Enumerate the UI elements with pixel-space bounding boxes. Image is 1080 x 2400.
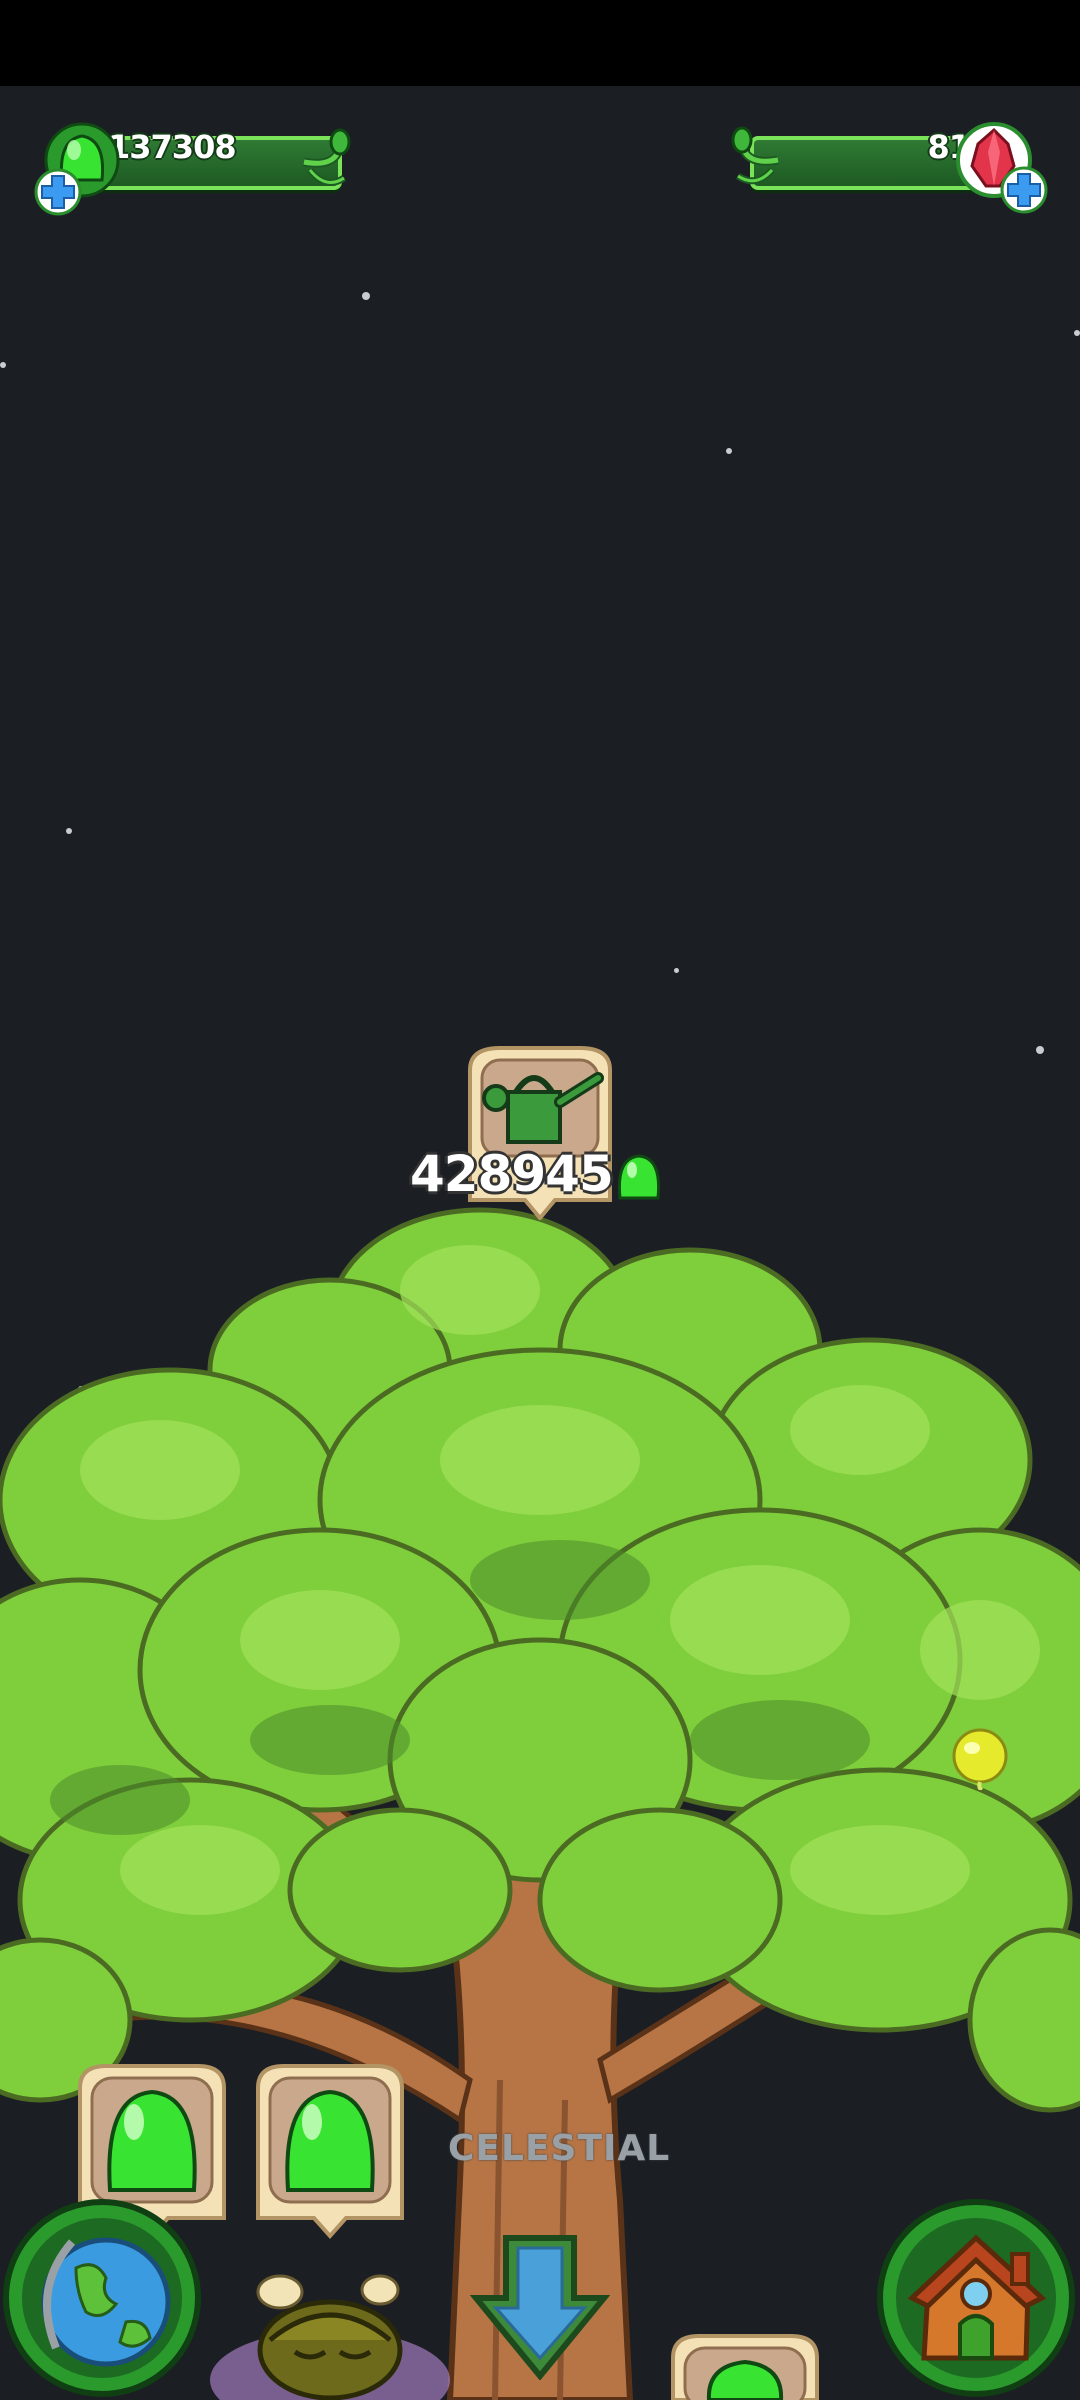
watering-cost: 428945: [410, 1145, 614, 1203]
sleeping-monster[interactable]: [200, 2270, 460, 2400]
star: [1074, 330, 1080, 336]
down-arrow-icon[interactable]: [470, 2230, 610, 2380]
star: [1036, 1046, 1044, 1054]
add-jelly-button[interactable]: [34, 168, 82, 216]
jelly-card[interactable]: [665, 2330, 825, 2400]
star: [726, 448, 732, 454]
jelly-count: 137308: [108, 128, 237, 166]
star: [362, 292, 370, 300]
star: [66, 828, 72, 834]
home-button[interactable]: [876, 2198, 1076, 2398]
gem-currency-bar: 81: [730, 122, 1050, 214]
golden-fruit-icon[interactable]: [948, 1726, 1012, 1790]
status-bar: [0, 0, 1080, 86]
vine-icon: [731, 126, 779, 185]
jelly-currency-bar: 137308: [34, 122, 354, 216]
star: [674, 968, 679, 973]
map-globe-button[interactable]: [2, 2198, 202, 2398]
vine-icon: [303, 128, 351, 186]
add-gems-button[interactable]: [1000, 166, 1048, 214]
green-jelly-icon: [617, 1154, 661, 1200]
star: [0, 362, 6, 368]
jelly-card[interactable]: [250, 2060, 410, 2250]
zone-label: CELESTIAL: [448, 2128, 671, 2169]
globe-icon: [41, 2237, 171, 2367]
